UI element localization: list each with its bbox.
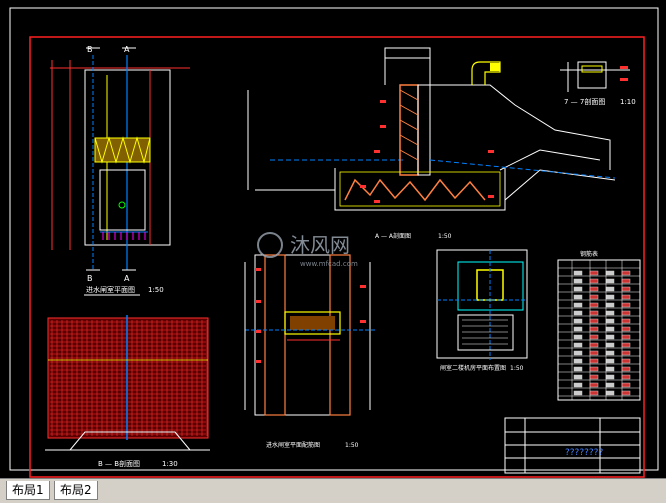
watermark-url: www.mfcad.com — [300, 260, 358, 268]
rebar-plan-title: 进水闸室平面配筋图 — [266, 441, 320, 449]
layout-tabs: 布局1 布局2 — [0, 478, 666, 503]
bb-section-scale: 1:30 — [162, 460, 178, 468]
title-block-text: ???????? — [565, 448, 603, 458]
plan-label-a-top: A — [124, 45, 130, 54]
title-block: ???????? — [504, 417, 641, 474]
aa-section: A — A剖面图 1:50 — [247, 47, 616, 240]
rebar-plan-scale: 1:50 — [345, 442, 359, 449]
detail-77-scale: 1:10 — [620, 98, 636, 106]
drawing-canvas[interactable]: B A B A 进水闸室平面图 1:50 B — B剖面图 1:30 A — A… — [0, 0, 666, 478]
plan-label-b-bottom: B — [87, 274, 93, 283]
plan-label-a-bottom: A — [124, 274, 130, 283]
gate-floor-title: 闸室二楼机房平面布置图 — [440, 364, 506, 372]
rebar-table: 钢筋表 — [557, 250, 641, 401]
watermark-text: 沐风网 — [290, 233, 350, 257]
bb-section: B — B剖面图 1:30 — [45, 315, 210, 468]
detail-77-title: 7 — 7剖面图 — [564, 97, 605, 106]
cad-drawing: B A B A 进水闸室平面图 1:50 B — B剖面图 1:30 A — A… — [9, 7, 659, 478]
tab-layout-1[interactable]: 布局1 — [6, 481, 50, 500]
plan-view: B A B A 进水闸室平面图 1:50 — [50, 45, 190, 296]
plan-label-b-top: B — [87, 45, 93, 54]
table-title: 钢筋表 — [580, 250, 598, 258]
gate-floor-scale: 1:50 — [510, 365, 524, 372]
gate-floor: 闸室二楼机房平面布置图 1:50 — [436, 249, 528, 372]
watermark: 沐风网 www.mfcad.com — [257, 232, 358, 268]
rebar-plan: 进水闸室平面配筋图 1:50 — [244, 254, 375, 449]
aa-section-title: A — A剖面图 — [375, 232, 411, 240]
plan-scale: 1:50 — [148, 286, 164, 294]
plan-title: 进水闸室平面图 — [86, 285, 135, 294]
tab-layout-2[interactable]: 布局2 — [54, 481, 98, 500]
aa-section-scale: 1:50 — [438, 233, 452, 240]
detail-77: 7 — 7剖面图 1:10 — [560, 61, 636, 106]
bb-section-title: B — B剖面图 — [98, 459, 140, 468]
